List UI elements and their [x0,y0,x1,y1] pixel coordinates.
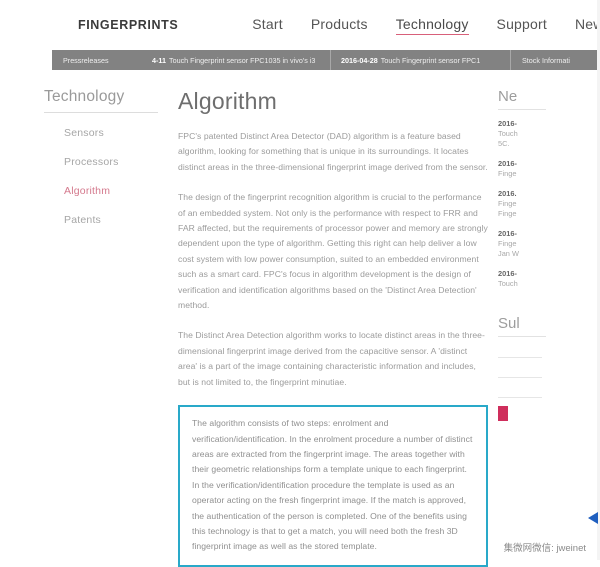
news-item-date: 2016- [498,159,517,168]
page-title: Algorithm [178,88,277,114]
sidebar-item-algorithm[interactable]: Algorithm [64,185,168,197]
subscribe-field-1[interactable] [498,346,542,358]
news-item-line2: 5C. [498,139,510,148]
mouse-cursor-icon [588,512,598,524]
news-item-line2: Finge [498,209,517,218]
ticker-item-1[interactable]: 4-11 Touch Fingerprint sensor FPC1035 in… [152,50,330,70]
news-item[interactable]: 2016- Touch [498,269,546,289]
ticker-label-pressreleases[interactable]: Pressreleases [52,50,152,70]
sidebar-title: Technology [44,88,125,105]
page-body: Technology Sensors Processors Algorithm … [0,70,600,567]
ticker-item-1-date: 4-11 [152,55,166,65]
news-item-line1: Finge [498,169,517,178]
news-item[interactable]: 2016- Finge [498,159,546,179]
subscribe-heading: Sul [498,315,520,332]
nav-item-support[interactable]: Support [497,16,547,34]
news-divider [498,109,546,110]
ticker-item-2[interactable]: 2016-04-28 Touch Fingerprint sensor FPC1 [330,50,510,70]
ticker-item-2-text: Touch Fingerprint sensor FPC1 [380,55,481,65]
subscribe-field-3[interactable] [498,386,542,398]
news-item-line1: Touch [498,129,518,138]
subscribe-divider [498,336,546,337]
news-item-date: 2016. [498,189,517,198]
sidebar-divider [44,112,158,113]
news-item[interactable]: 2016- Touch 5C. [498,119,546,149]
subscribe-section: Sul [498,315,546,421]
news-item-line1: Finge [498,239,517,248]
sidebar-item-sensors[interactable]: Sensors [64,127,168,139]
sidebar-item-processors[interactable]: Processors [64,156,168,168]
brand-logo[interactable]: FINGERPRINTS [78,18,178,32]
nav-item-products[interactable]: Products [311,16,368,34]
news-item-date: 2016- [498,269,517,278]
main-navigation: Start Products Technology Support News [252,16,600,35]
subscribe-submit-button[interactable] [498,406,508,421]
news-item-line1: Touch [498,279,518,288]
news-item-date: 2016- [498,229,517,238]
main-content: Algorithm FPC's patented Distinct Area D… [168,88,488,567]
sidebar-item-patents[interactable]: Patents [64,214,168,226]
news-item-line1: Finge [498,199,517,208]
nav-item-technology[interactable]: Technology [395,16,469,35]
paragraph-2: The design of the fingerprint recognitio… [178,192,488,311]
paragraph-1: FPC's patented Distinct Area Detector (D… [178,131,488,172]
subscribe-field-2[interactable] [498,366,542,378]
ticker-stock-information[interactable]: Stock Informati [510,50,600,70]
right-rail: Ne 2016- Touch 5C. 2016- Finge 2016. Fin… [488,88,546,567]
highlight-paragraph: The algorithm consists of two steps: enr… [192,418,473,552]
site-header: FINGERPRINTS Start Products Technology S… [0,0,600,50]
highlighted-text-box: The algorithm consists of two steps: enr… [178,405,488,567]
news-heading: Ne [498,88,518,105]
nav-item-start[interactable]: Start [252,16,283,34]
news-item-line2: Jan W [498,249,519,258]
ticker-item-2-date: 2016-04-28 [341,55,378,65]
ticker-item-1-text: Touch Fingerprint sensor FPC1035 in vivo… [169,55,316,65]
watermark-text: 集微网微信: jweinet [503,543,586,554]
news-item[interactable]: 2016. Finge Finge [498,189,546,219]
news-item-date: 2016- [498,119,517,128]
news-item[interactable]: 2016- Finge Jan W [498,229,546,259]
paragraph-3: The Distinct Area Detection algorithm wo… [178,330,485,387]
sidebar-list: Sensors Processors Algorithm Patents [44,127,168,226]
press-ticker-bar: Pressreleases 4-11 Touch Fingerprint sen… [52,50,600,70]
technology-sidebar: Technology Sensors Processors Algorithm … [0,88,168,567]
